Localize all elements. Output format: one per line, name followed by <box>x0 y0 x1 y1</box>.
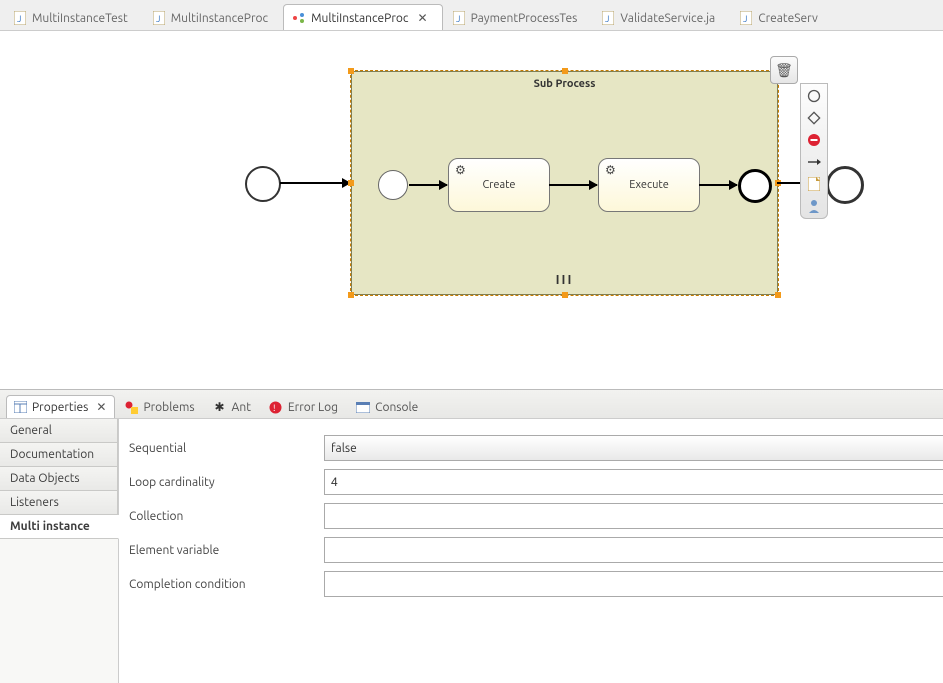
editor-tab-label: MultiInstanceProc <box>311 12 408 25</box>
diagram-canvas[interactable]: Sub Process ⚙ Create ⚙ Execute III 🗑 <box>0 31 943 389</box>
properties-category-list: General Documentation Data Objects Liste… <box>0 419 119 683</box>
java-file-icon: J <box>13 11 27 25</box>
collection-label: Collection <box>129 510 324 523</box>
console-icon <box>356 400 370 414</box>
close-icon[interactable]: ✕ <box>96 400 106 414</box>
bottom-tab-bar: Properties ✕ Problems ✱ Ant ! Error Log … <box>0 390 943 419</box>
selection-outline <box>350 70 779 296</box>
bpmn-end-event[interactable] <box>826 166 864 204</box>
resize-handle[interactable] <box>562 292 568 298</box>
view-tab-errorlog[interactable]: ! Error Log <box>262 395 347 418</box>
view-tab-ant[interactable]: ✱ Ant <box>206 395 260 418</box>
context-palette <box>800 83 828 219</box>
editor-tab[interactable]: J ValidateService.ja <box>592 4 730 30</box>
editor-tab-label: CreateServ <box>758 12 818 25</box>
svg-text:J: J <box>17 14 21 24</box>
sequence-flow-arrow[interactable] <box>409 184 447 186</box>
task-label: Create <box>483 179 516 191</box>
svg-text:J: J <box>456 14 460 24</box>
editor-tab-active[interactable]: MultiInstanceProc ✕ <box>283 4 442 30</box>
editor-tab[interactable]: J CreateServ <box>730 4 833 30</box>
trash-icon: 🗑 <box>775 62 793 79</box>
bottom-panel: Properties ✕ Problems ✱ Ant ! Error Log … <box>0 389 943 683</box>
bpmn-inner-end-event[interactable] <box>738 169 772 203</box>
editor-tab-label: ValidateService.ja <box>620 12 715 25</box>
svg-text:!: ! <box>273 403 275 413</box>
editor-tab-label: MultiInstanceTest <box>32 12 128 25</box>
category-listeners[interactable]: Listeners <box>0 491 118 515</box>
bpmn-start-event[interactable] <box>245 166 281 202</box>
svg-text:J: J <box>156 14 160 24</box>
java-file-icon: J <box>601 11 615 25</box>
error-log-icon: ! <box>269 400 283 414</box>
delete-button[interactable]: 🗑 <box>770 56 798 84</box>
palette-error-icon[interactable] <box>806 132 822 148</box>
problems-icon <box>124 400 138 414</box>
svg-text:J: J <box>605 14 609 24</box>
java-file-icon: J <box>739 11 753 25</box>
category-data-objects[interactable]: Data Objects <box>0 467 118 491</box>
palette-event-icon[interactable] <box>806 88 822 104</box>
palette-connect-icon[interactable] <box>806 154 822 170</box>
sequence-flow-arrow[interactable] <box>280 182 350 184</box>
view-tab-label: Console <box>375 401 418 414</box>
properties-body: General Documentation Data Objects Liste… <box>0 419 943 683</box>
view-tab-properties[interactable]: Properties ✕ <box>6 395 115 418</box>
close-icon[interactable]: ✕ <box>418 11 428 25</box>
editor-tab-label: MultiInstanceProc <box>171 12 268 25</box>
service-task-create[interactable]: ⚙ Create <box>448 158 550 212</box>
view-tab-label: Problems <box>143 401 194 414</box>
task-label: Execute <box>629 179 669 191</box>
view-tab-problems[interactable]: Problems <box>117 395 203 418</box>
ant-icon: ✱ <box>213 400 227 414</box>
view-tab-label: Properties <box>32 401 88 414</box>
resize-handle[interactable] <box>775 292 781 298</box>
bpmn-file-icon <box>292 11 306 25</box>
resize-handle[interactable] <box>348 180 354 186</box>
loop-cardinality-input[interactable] <box>324 469 943 495</box>
resize-handle[interactable] <box>562 68 568 74</box>
sequential-select[interactable]: false <box>324 435 943 461</box>
java-file-icon: J <box>152 11 166 25</box>
resize-handle[interactable] <box>348 68 354 74</box>
sequence-flow-arrow[interactable] <box>699 184 737 186</box>
loop-cardinality-label: Loop cardinality <box>129 476 324 489</box>
sequential-label: Sequential <box>129 442 324 455</box>
resize-handle[interactable] <box>348 292 354 298</box>
category-general[interactable]: General <box>0 419 118 443</box>
element-variable-label: Element variable <box>129 544 324 557</box>
properties-form: Sequential false Loop cardinality Collec… <box>119 419 943 683</box>
subprocess-title: Sub Process <box>352 78 777 90</box>
service-task-execute[interactable]: ⚙ Execute <box>598 158 700 212</box>
element-variable-input[interactable] <box>324 537 943 563</box>
gear-icon: ⚙ <box>605 163 616 177</box>
collection-input[interactable] <box>324 503 943 529</box>
subprocess-node[interactable]: Sub Process ⚙ Create ⚙ Execute III <box>351 71 778 295</box>
java-file-icon: J <box>452 11 466 25</box>
palette-gateway-icon[interactable] <box>806 110 822 126</box>
completion-condition-input[interactable] <box>324 571 943 597</box>
palette-user-icon[interactable] <box>806 198 822 214</box>
view-tab-console[interactable]: Console <box>349 395 427 418</box>
view-tab-label: Error Log <box>288 401 338 414</box>
completion-condition-label: Completion condition <box>129 578 324 591</box>
editor-tab[interactable]: J MultiInstanceProc <box>143 4 283 30</box>
properties-icon <box>13 400 27 414</box>
editor-tab[interactable]: J PaymentProcessTes <box>443 4 593 30</box>
gear-icon: ⚙ <box>455 163 466 177</box>
category-documentation[interactable]: Documentation <box>0 443 118 467</box>
bpmn-inner-start-event[interactable] <box>378 170 408 200</box>
category-multi-instance[interactable]: Multi instance <box>0 515 119 539</box>
editor-tab[interactable]: J MultiInstanceTest <box>4 4 143 30</box>
editor-tab-bar: J MultiInstanceTest J MultiInstanceProc … <box>0 0 943 31</box>
svg-text:J: J <box>743 14 747 24</box>
multi-instance-marker-icon: III <box>556 273 574 287</box>
sequence-flow-arrow[interactable] <box>549 184 597 186</box>
view-tab-label: Ant <box>232 401 251 414</box>
editor-tab-label: PaymentProcessTes <box>471 12 578 25</box>
palette-note-icon[interactable] <box>806 176 822 192</box>
